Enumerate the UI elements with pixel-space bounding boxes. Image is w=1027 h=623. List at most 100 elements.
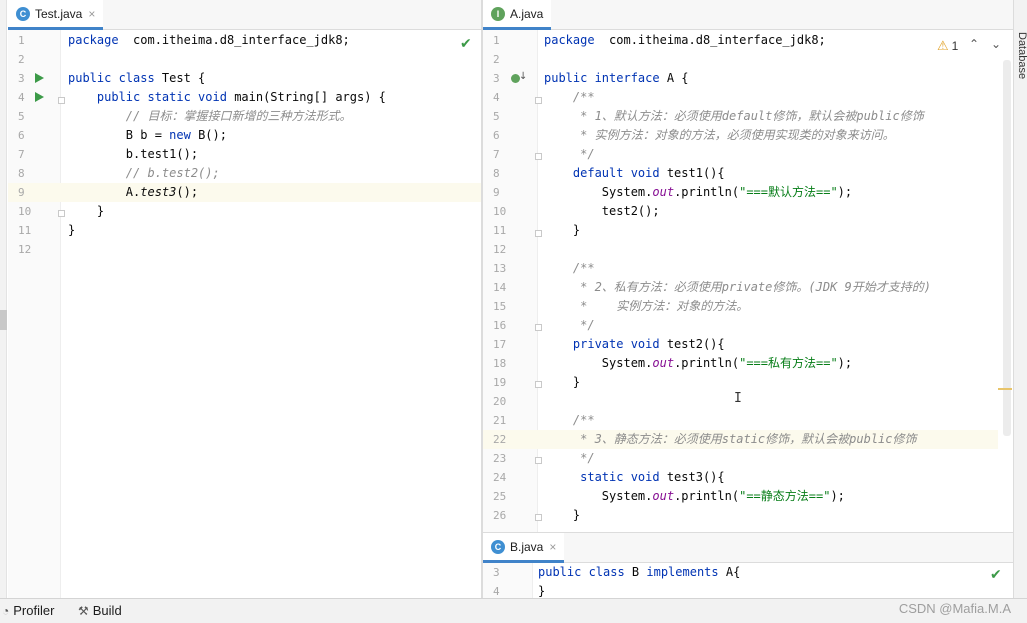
run-class-icon[interactable] [35,73,44,83]
code-token: Test { [161,71,206,85]
code-text: } [544,506,580,525]
profiler-tool-button[interactable]: ◔ Profiler [2,603,54,618]
tab-b-java[interactable]: C B.java × [483,533,565,563]
code-line[interactable]: 23 */ [483,449,998,468]
fold-marker[interactable] [535,230,542,237]
code-line[interactable]: 18 System.out.println("===私有方法=="); [483,354,998,373]
code-line[interactable]: 25 System.out.println("==静态方法=="); [483,487,998,506]
code-line[interactable]: 26 } [483,506,998,525]
build-tool-button[interactable]: ⚒ Build [78,603,122,618]
code-line[interactable]: 5 * 1、默认方法：必须使用default修饰，默认会被public修饰 [483,107,998,126]
code-text: /** [544,88,595,107]
fold-marker[interactable] [535,457,542,464]
code-token: /** [572,261,595,275]
code-line[interactable]: 1 package com.itheima.d8_interface_jdk8; [483,31,998,50]
right-tool-strip [1013,0,1027,598]
fold-marker[interactable] [535,324,542,331]
code-line[interactable]: 5 // 目标：掌握接口新增的三种方法形式。 [8,107,481,126]
right-scrollbar[interactable] [1003,60,1011,436]
code-line[interactable]: 4} [483,582,998,598]
close-icon[interactable]: × [88,7,95,21]
code-line[interactable]: 17 private void test2(){ [483,335,998,354]
code-line[interactable]: 11} [8,221,481,240]
code-line[interactable]: 4 /** [483,88,998,107]
code-line[interactable]: 6 * 实例方法：对象的方法，必须使用实现类的对象来访问。 [483,126,998,145]
fold-marker[interactable] [535,153,542,160]
code-line[interactable]: 8 default void test1(){ [483,164,998,183]
code-line[interactable]: 4 public static void main(String[] args)… [8,88,481,107]
code-line[interactable]: 10 } [8,202,481,221]
tab-test-java[interactable]: C Test.java × [8,0,104,30]
scroll-warning-marker[interactable] [998,388,1012,390]
code-line[interactable]: 13 /** [483,259,998,278]
code-token: */ [580,451,595,465]
code-token: .println( [674,185,740,199]
line-number: 14 [493,281,507,294]
fold-marker[interactable] [535,381,542,388]
code-line[interactable]: 7 */ [483,145,998,164]
line-number: 11 [18,224,32,237]
code-text: public static void main(String[] args) { [68,88,386,107]
code-line[interactable]: 2 [483,50,998,69]
left-tool-strip [0,0,7,598]
code-text: package com.itheima.d8_interface_jdk8; [68,31,350,50]
tab-a-java[interactable]: I A.java [483,0,552,30]
code-line[interactable]: 15 * 实例方法：对象的方法。 [483,297,998,316]
code-text: */ [544,316,595,335]
line-number: 6 [493,129,500,142]
code-text: } [68,202,104,221]
code-line[interactable]: 24 static void test3(){ [483,468,998,487]
fold-marker[interactable] [58,210,65,217]
code-line[interactable]: 12 [8,240,481,259]
inspection-ok-icon[interactable]: ✔ [990,567,1002,583]
code-line[interactable]: 11 } [483,221,998,240]
fold-marker[interactable] [535,97,542,104]
code-text: System.out.println("===默认方法=="); [544,183,852,202]
code-token: test2(){ [666,337,725,351]
code-text: } [68,221,75,240]
code-line[interactable]: 9 A.test3(); [8,183,481,202]
code-line[interactable]: 8 // b.test2(); [8,164,481,183]
code-line[interactable]: 2 [8,50,481,69]
code-line[interactable]: 7 b.test1(); [8,145,481,164]
code-line[interactable]: 19 } [483,373,998,392]
inspection-ok-icon[interactable]: ✔ [460,36,472,52]
code-line[interactable]: 1 package com.itheima.d8_interface_jdk8; [8,31,481,50]
close-icon[interactable]: × [549,540,556,554]
warnings-indicator[interactable]: ⚠ 1 [937,38,958,54]
chevron-up-icon[interactable]: ⌃ [969,37,979,51]
code-line[interactable]: 22 * 3、静态方法：必须使用static修饰，默认会被public修饰 [483,430,998,449]
fold-marker[interactable] [535,514,542,521]
line-number: 26 [493,509,507,522]
code-line[interactable]: 12 [483,240,998,259]
run-main-icon[interactable] [35,92,44,102]
code-line[interactable]: 3 public interface A { [483,69,998,88]
tab-label: A.java [510,6,544,21]
line-number: 8 [18,167,25,180]
line-number: 3 [493,72,500,85]
line-number: 8 [493,167,500,180]
line-number: 3 [18,72,25,85]
code-line[interactable]: 6 B b = new B(); [8,126,481,145]
code-token: /** [572,90,595,104]
code-line[interactable]: 3 public class Test { [8,69,481,88]
code-token: * 实例方法：对象的方法。 [580,299,749,313]
code-line[interactable]: 10 test2(); [483,202,998,221]
code-token: */ [580,318,595,332]
line-number: 9 [493,186,500,199]
fold-marker[interactable] [58,97,65,104]
code-line[interactable]: 14 * 2、私有方法：必须使用private修饰。(JDK 9开始才支持的) [483,278,998,297]
database-tool-button[interactable]: Database [1016,32,1027,79]
code-line[interactable]: 21 /** [483,411,998,430]
code-line[interactable]: 3 public class B implements A{ [483,563,998,582]
code-text: /** [544,259,595,278]
code-token: default void [572,166,667,180]
chevron-down-icon[interactable]: ⌄ [991,37,1001,51]
code-token: .println( [674,489,740,503]
code-line[interactable]: 9 System.out.println("===默认方法=="); [483,183,998,202]
line-number: 7 [493,148,500,161]
code-text: b.test1(); [68,145,198,164]
code-line[interactable]: 16 */ [483,316,998,335]
